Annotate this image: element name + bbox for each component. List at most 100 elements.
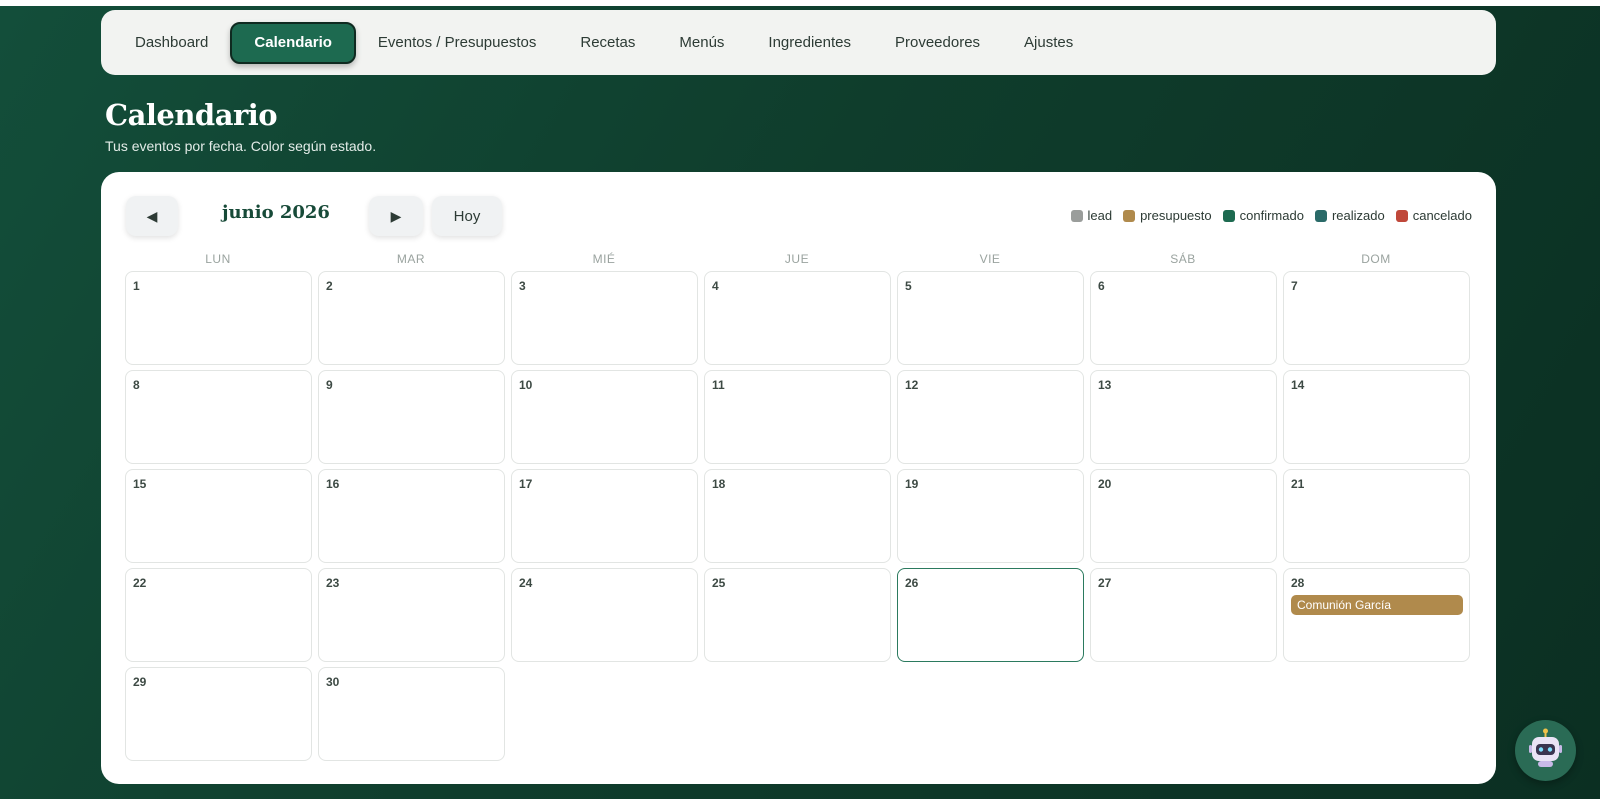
day-number: 16 [326,477,340,491]
weekday-header-jue: JUE [784,252,810,266]
day-cell-21[interactable]: 21 [1283,469,1470,563]
robot-icon [1529,728,1562,767]
day-cell-16[interactable]: 16 [318,469,505,563]
day-number: 15 [133,477,147,491]
day-cell-28[interactable]: 28 Comunión García [1283,568,1470,662]
day-cell-7[interactable]: 7 [1283,271,1470,365]
top-edge [0,0,1600,6]
main-nav: Dashboard Calendario Eventos / Presupues… [101,10,1496,75]
nav-ingredientes[interactable]: Ingredientes [746,22,873,64]
legend-item-lead: lead [1070,208,1113,223]
page-subtitle: Tus eventos por fecha. Color según estad… [105,138,377,154]
day-number: 24 [519,576,533,590]
day-cell-26[interactable]: 26 [897,568,1084,662]
day-cell-22[interactable]: 22 [125,568,312,662]
day-cell-30[interactable]: 30 [318,667,505,761]
day-cell-18[interactable]: 18 [704,469,891,563]
nav-recetas[interactable]: Recetas [558,22,657,64]
day-cell-20[interactable]: 20 [1090,469,1277,563]
next-arrow-icon: ▶ [390,207,402,224]
day-number: 25 [712,576,726,590]
day-number: 29 [133,675,147,689]
day-cell-5[interactable]: 5 [897,271,1084,365]
day-number: 1 [133,279,140,293]
legend-label-lead: lead [1087,208,1113,223]
day-cell-15[interactable]: 15 [125,469,312,563]
day-cell-9[interactable]: 9 [318,370,505,464]
weekday-header-lun: LUN [205,252,231,266]
legend-swatch-lead [1070,209,1083,222]
day-cell-2[interactable]: 2 [318,271,505,365]
day-cell-12[interactable]: 12 [897,370,1084,464]
weekday-header-dom: DOM [1361,252,1391,266]
day-cell-24[interactable]: 24 [511,568,698,662]
prev-arrow-icon: ◀ [146,207,158,224]
day-number: 26 [905,576,919,590]
legend-label-realizado: realizado [1331,208,1385,223]
day-cell-6[interactable]: 6 [1090,271,1277,365]
status-legend: lead presupuesto confirmado realizado ca… [1060,208,1472,223]
day-number: 5 [905,279,912,293]
assistant-bot-button[interactable] [1515,720,1576,781]
day-cell-27[interactable]: 27 [1090,568,1277,662]
day-number: 13 [1098,378,1112,392]
page-title: Calendario [105,98,278,132]
legend-swatch-realizado [1314,209,1327,222]
day-number: 17 [519,477,533,491]
legend-item-realizado: realizado [1314,208,1385,223]
day-cell-17[interactable]: 17 [511,469,698,563]
day-cell-1[interactable]: 1 [125,271,312,365]
legend-label-cancelado: cancelado [1412,208,1472,223]
weekday-header-sab: SÁB [1170,252,1196,266]
day-number: 30 [326,675,340,689]
day-number: 2 [326,279,333,293]
day-cell-14[interactable]: 14 [1283,370,1470,464]
today-button[interactable]: Hoy [432,196,502,236]
calendar-card: ◀ junio 2026 ▶ Hoy lead presupuesto conf… [101,172,1496,784]
day-number: 19 [905,477,919,491]
legend-label-confirmado: confirmado [1239,208,1304,223]
nav-dashboard[interactable]: Dashboard [113,22,230,64]
legend-label-presupuesto: presupuesto [1140,208,1212,223]
day-number: 6 [1098,279,1105,293]
legend-swatch-confirmado [1222,209,1235,222]
day-cell-23[interactable]: 23 [318,568,505,662]
prev-month-button[interactable]: ◀ [126,196,178,236]
day-cell-10[interactable]: 10 [511,370,698,464]
weekday-header-vie: VIE [979,252,1001,266]
day-cell-29[interactable]: 29 [125,667,312,761]
legend-item-presupuesto: presupuesto [1123,208,1212,223]
nav-menus[interactable]: Menús [657,22,746,64]
day-number: 4 [712,279,719,293]
day-number: 22 [133,576,147,590]
month-label: junio 2026 [222,202,330,223]
day-number: 9 [326,378,333,392]
day-number: 18 [712,477,726,491]
day-cell-4[interactable]: 4 [704,271,891,365]
day-number: 28 [1291,576,1305,590]
day-cell-11[interactable]: 11 [704,370,891,464]
weekday-header-mie: MIÉ [592,252,616,266]
nav-eventos-presupuestos[interactable]: Eventos / Presupuestos [356,22,558,64]
day-number: 12 [905,378,919,392]
day-number: 27 [1098,576,1112,590]
event-chip[interactable]: Comunión García [1291,595,1463,615]
next-month-button[interactable]: ▶ [369,196,423,236]
nav-ajustes[interactable]: Ajustes [1002,22,1095,64]
day-number: 8 [133,378,140,392]
legend-swatch-presupuesto [1123,209,1136,222]
legend-swatch-cancelado [1395,209,1408,222]
day-cell-3[interactable]: 3 [511,271,698,365]
legend-item-cancelado: cancelado [1395,208,1472,223]
day-number: 14 [1291,378,1305,392]
nav-calendario[interactable]: Calendario [230,21,356,64]
day-cell-19[interactable]: 19 [897,469,1084,563]
day-number: 23 [326,576,340,590]
day-number: 20 [1098,477,1112,491]
day-number: 3 [519,279,526,293]
weekday-header-mar: MAR [396,252,426,266]
day-cell-25[interactable]: 25 [704,568,891,662]
nav-proveedores[interactable]: Proveedores [873,22,1002,64]
day-cell-8[interactable]: 8 [125,370,312,464]
day-cell-13[interactable]: 13 [1090,370,1277,464]
